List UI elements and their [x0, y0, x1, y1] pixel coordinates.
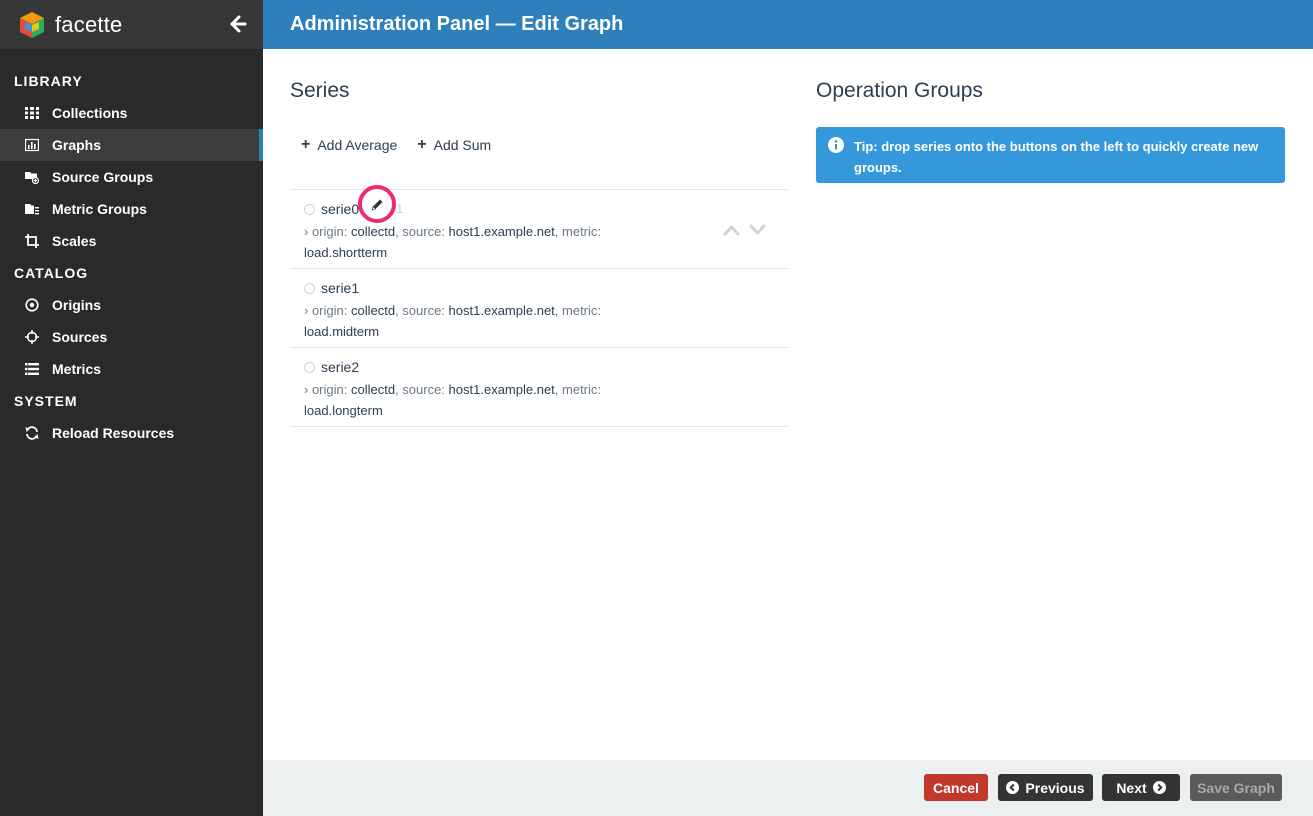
- serie-name-ghost: 1: [396, 201, 404, 216]
- sidebar-item-graphs[interactable]: Graphs: [0, 129, 263, 161]
- list-icon: [24, 361, 40, 377]
- sidebar-item-label: Metrics: [52, 361, 102, 377]
- select-radio[interactable]: [304, 282, 315, 294]
- add-sum-button[interactable]: + Add Sum: [417, 136, 492, 154]
- source-value: host1.example.net: [448, 382, 555, 397]
- chevron-left-circle-icon: [1006, 781, 1020, 794]
- cancel-button[interactable]: Cancel: [924, 774, 988, 801]
- info-icon: [828, 137, 844, 153]
- origin-label: › origin:: [304, 382, 348, 397]
- select-radio[interactable]: [304, 203, 315, 215]
- plus-icon: +: [301, 136, 311, 153]
- sidebar-item-label: Reload Resources: [52, 425, 175, 441]
- grid-icon: [24, 105, 40, 121]
- origin-value: collectd: [350, 382, 396, 397]
- sidebar-item-label: Graphs: [52, 137, 102, 153]
- serie-name: serie1: [321, 280, 360, 296]
- sidebar: facette LIBRARY Collections Graphs Sourc…: [0, 0, 263, 816]
- sidebar-item-metrics[interactable]: Metrics: [0, 353, 263, 385]
- source-label: , source:: [395, 303, 445, 318]
- plus-icon: +: [417, 136, 427, 153]
- serie-name: serie0: [321, 201, 360, 217]
- refresh-icon: [24, 425, 40, 441]
- move-up-icon[interactable]: [723, 224, 740, 236]
- nav-section-library: LIBRARY: [14, 73, 83, 89]
- crop-icon: [24, 233, 40, 249]
- dot-circle-icon: [24, 297, 40, 313]
- sort-controls: [723, 224, 766, 236]
- nav-section-system: SYSTEM: [14, 393, 78, 409]
- pencil-icon: [371, 199, 382, 210]
- sidebar-item-label: Collections: [52, 105, 128, 121]
- tip-text: Tip: drop series onto the buttons on the…: [854, 139, 1259, 175]
- sidebar-item-label: Sources: [52, 329, 108, 345]
- serie-name: serie2: [321, 359, 360, 375]
- series-heading: Series: [290, 79, 350, 102]
- metric-value: load.shortterm: [304, 245, 388, 260]
- sidebar-item-scales[interactable]: Scales: [0, 225, 263, 257]
- list-item[interactable]: serie0 1 › origin: collectd, source: hos…: [290, 185, 788, 269]
- sidebar-item-origins[interactable]: Origins: [0, 289, 263, 321]
- sidebar-item-label: Source Groups: [52, 169, 154, 185]
- origin-label: › origin:: [304, 224, 348, 239]
- source-label: , source:: [395, 224, 445, 239]
- select-radio[interactable]: [304, 361, 315, 373]
- chevron-right-circle-icon: [1152, 781, 1166, 794]
- sidebar-item-label: Metric Groups: [52, 201, 147, 217]
- crosshairs-icon: [24, 329, 40, 345]
- nav-section-catalog: CATALOG: [14, 265, 89, 281]
- sidebar-item-metric-groups[interactable]: Metric Groups: [0, 193, 263, 225]
- cancel-label: Cancel: [933, 779, 979, 796]
- brand-bar: facette: [0, 0, 263, 49]
- page-title: Administration Panel — Edit Graph: [290, 13, 624, 35]
- metric-label: , metric:: [554, 224, 602, 239]
- metric-label: , metric:: [554, 303, 602, 318]
- brand-name: facette: [55, 11, 123, 37]
- list-item[interactable]: serie2 › origin: collectd, source: host1…: [290, 348, 788, 427]
- list-item[interactable]: serie1 › origin: collectd, source: host1…: [290, 269, 788, 348]
- main-content: Series Operation Groups + Add Average + …: [263, 49, 1313, 760]
- save-graph-label: Save Graph: [1197, 779, 1275, 796]
- origin-value: collectd: [350, 303, 396, 318]
- collapse-sidebar-arrow-icon[interactable]: [227, 13, 249, 35]
- sidebar-item-collections[interactable]: Collections: [0, 97, 263, 129]
- serie-details: › origin: collectd, source: host1.exampl…: [304, 221, 634, 263]
- serie-details: › origin: collectd, source: host1.exampl…: [304, 379, 634, 421]
- tip-message: Tip: drop series onto the buttons on the…: [816, 127, 1285, 183]
- metric-value: load.midterm: [304, 324, 380, 339]
- header-bar: Administration Panel — Edit Graph: [263, 0, 1313, 49]
- series-list: serie0 1 › origin: collectd, source: hos…: [290, 185, 788, 427]
- sidebar-item-label: Scales: [52, 233, 97, 249]
- origin-value: collectd: [350, 224, 396, 239]
- edit-serie-button[interactable]: [358, 185, 396, 223]
- next-label: Next: [1116, 779, 1147, 796]
- sidebar-item-label: Origins: [52, 297, 102, 313]
- source-value: host1.example.net: [448, 303, 555, 318]
- bar-chart-icon: [24, 137, 40, 153]
- metric-value: load.longterm: [304, 403, 383, 418]
- facette-logo-icon: [20, 11, 44, 38]
- source-value: host1.example.net: [448, 224, 555, 239]
- sidebar-item-sources[interactable]: Sources: [0, 321, 263, 353]
- add-average-label: Add Average: [317, 137, 398, 153]
- source-label: , source:: [395, 382, 445, 397]
- move-down-icon[interactable]: [749, 224, 766, 236]
- save-graph-button[interactable]: Save Graph: [1190, 774, 1282, 801]
- add-sum-label: Add Sum: [433, 137, 492, 153]
- footer-bar: Cancel Previous Next Save Graph: [263, 760, 1313, 816]
- series-actions: + Add Average + Add Sum: [301, 136, 492, 154]
- add-average-button[interactable]: + Add Average: [301, 136, 398, 154]
- metric-label: , metric:: [554, 382, 602, 397]
- next-button[interactable]: Next: [1102, 774, 1180, 801]
- previous-button[interactable]: Previous: [998, 774, 1093, 801]
- serie-details: › origin: collectd, source: host1.exampl…: [304, 300, 634, 342]
- folder-plus-icon: [24, 169, 40, 185]
- operation-groups-heading: Operation Groups: [816, 79, 983, 102]
- folder-list-icon: [24, 201, 40, 217]
- sidebar-item-source-groups[interactable]: Source Groups: [0, 161, 263, 193]
- previous-label: Previous: [1025, 779, 1085, 796]
- sidebar-item-reload-resources[interactable]: Reload Resources: [0, 417, 263, 449]
- origin-label: › origin:: [304, 303, 348, 318]
